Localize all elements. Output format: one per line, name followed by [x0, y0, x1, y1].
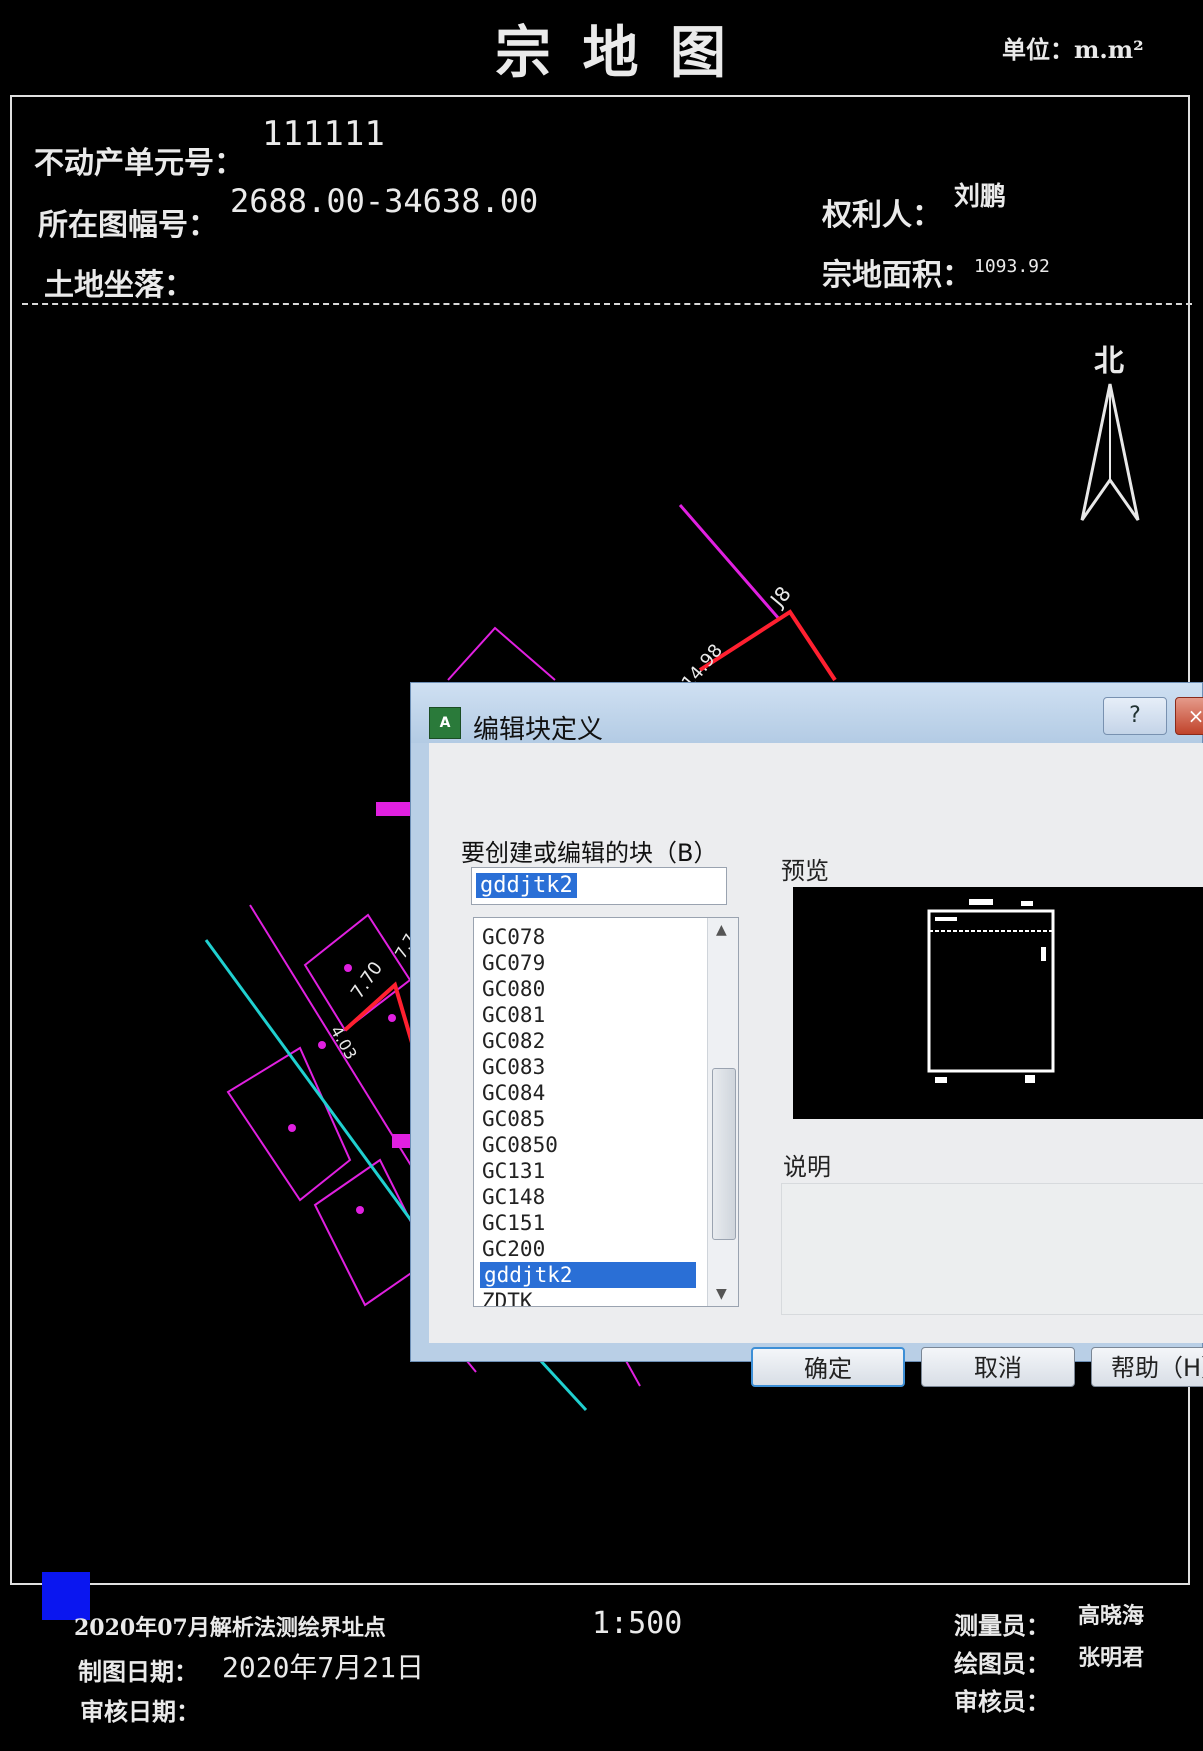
- autocad-icon: A: [429, 707, 461, 739]
- block-list-item[interactable]: GC131: [482, 1158, 545, 1184]
- block-preview: [793, 887, 1203, 1119]
- close-button[interactable]: ×: [1175, 697, 1203, 735]
- block-name-value: gddjtk2: [476, 873, 577, 898]
- block-list-item[interactable]: GC079: [482, 950, 545, 976]
- block-list-item[interactable]: GC0850: [482, 1132, 558, 1158]
- scroll-down-icon[interactable]: ▼: [716, 1286, 727, 1302]
- block-list-item[interactable]: GC148: [482, 1184, 545, 1210]
- surveyor-label: 测量员：: [954, 1611, 1050, 1640]
- red-boundary: [698, 609, 837, 682]
- help-icon-button[interactable]: ?: [1103, 697, 1167, 735]
- road-line: [538, 1358, 588, 1412]
- survey-line: 2020年07月解析法测绘界址点: [74, 1615, 386, 1641]
- draw-date-value: 2020年7月21日: [222, 1651, 425, 1684]
- block-list-item[interactable]: GC081: [482, 1002, 545, 1028]
- parcel-outline: [447, 626, 556, 681]
- block-list-item[interactable]: GC080: [482, 976, 545, 1002]
- drafter-label: 绘图员：: [954, 1649, 1050, 1678]
- dialog-title: 编辑块定义: [473, 715, 604, 745]
- block-list-item[interactable]: GC083: [482, 1054, 545, 1080]
- scroll-up-icon[interactable]: ▲: [716, 922, 727, 938]
- block-list-item[interactable]: GC085: [482, 1106, 545, 1132]
- parcel-outline: [226, 1046, 352, 1202]
- reviewer-label: 审核员：: [954, 1687, 1050, 1716]
- preview-label: 预览: [781, 857, 829, 885]
- road-line: [204, 939, 442, 1261]
- block-list-item[interactable]: GC084: [482, 1080, 545, 1106]
- cancel-button[interactable]: 取消: [921, 1347, 1075, 1387]
- scroll-thumb[interactable]: [712, 1068, 736, 1240]
- block-list-item[interactable]: GC151: [482, 1210, 545, 1236]
- block-name-input[interactable]: gddjtk2: [471, 867, 727, 905]
- review-date-label: 审核日期：: [80, 1697, 200, 1726]
- parcel-outline: [303, 913, 412, 1032]
- block-list-item[interactable]: GC082: [482, 1028, 545, 1054]
- help-button[interactable]: 帮助（H）: [1091, 1347, 1203, 1387]
- scale-label: 1:500: [592, 1606, 683, 1641]
- draw-date-label: 制图日期：: [78, 1657, 198, 1686]
- block-list-item[interactable]: GC200: [482, 1236, 545, 1262]
- block-name-label: 要创建或编辑的块（B）: [461, 839, 718, 867]
- dialog-titlebar[interactable]: A 编辑块定义 ? ×: [411, 683, 1203, 745]
- dialog-body: 要创建或编辑的块（B） gddjtk2 GC078 GC079 GC080 GC081…: [429, 743, 1203, 1387]
- drafter-value: 张明君: [1078, 1645, 1145, 1671]
- ok-button[interactable]: 确定: [751, 1347, 905, 1387]
- edit-block-dialog[interactable]: A 编辑块定义 ? × 要创建或编辑的块（B） gddjtk2 GC078 GC0…: [410, 682, 1203, 1387]
- distance-label: 4.03: [327, 1023, 361, 1063]
- block-list-item[interactable]: ZDTK: [482, 1288, 533, 1306]
- list-scrollbar[interactable]: ▲ ▼: [707, 918, 738, 1306]
- block-list-item[interactable]: GC078: [482, 924, 545, 950]
- block-list-item[interactable]: gddjtk2: [480, 1262, 696, 1288]
- surveyor-value: 高晓海: [1078, 1603, 1145, 1629]
- boundary-line: [678, 504, 782, 621]
- description-label: 说明: [783, 1153, 831, 1181]
- description-box: ▲ ▼: [781, 1183, 1203, 1315]
- block-list[interactable]: GC078 GC079 GC080 GC081 GC082 GC083 GC084 GC085…: [473, 917, 739, 1307]
